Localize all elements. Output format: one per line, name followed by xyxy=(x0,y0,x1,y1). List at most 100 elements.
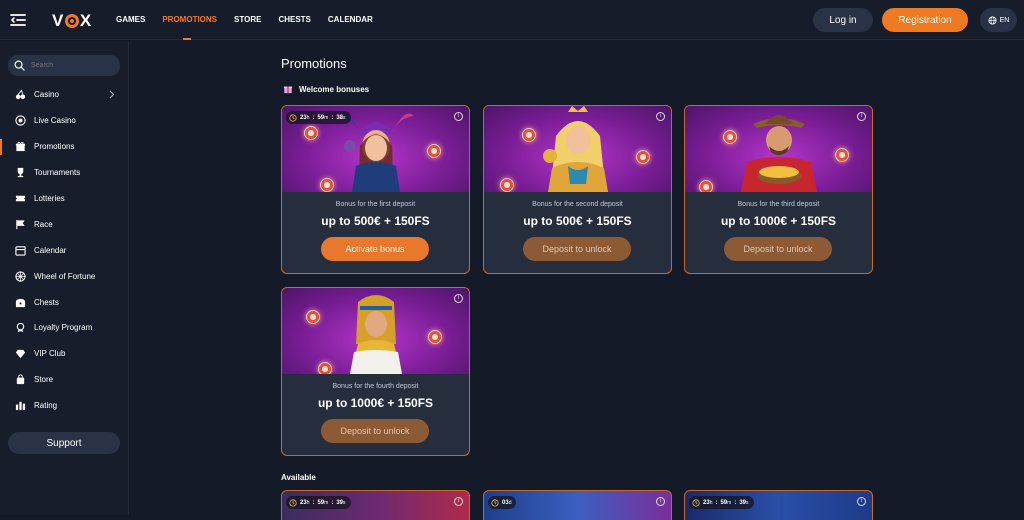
top-bar: VX GAMES PROMOTIONS STORE CHESTS CALENDA… xyxy=(0,0,1024,40)
timer-seconds: 39 xyxy=(336,499,344,506)
timer-minutes-unit: m xyxy=(324,499,329,506)
bonus-card-fourth-deposit[interactable]: i Bonus for the fourth deposit up to 100… xyxy=(281,287,470,456)
bonus-card-third-deposit[interactable]: i Bonus for the third deposit up to 1000… xyxy=(684,105,873,274)
sidebar-item-label: Loyalty Program xyxy=(34,323,93,333)
sidebar-item-tournaments[interactable]: Tournaments xyxy=(0,160,129,186)
sidebar-item-wheel-of-fortune[interactable]: Wheel of Fortune xyxy=(0,263,129,289)
sidebar-item-lotteries[interactable]: Lotteries xyxy=(0,186,129,212)
timer-seconds: 39 xyxy=(739,499,747,506)
casino-chip-icon xyxy=(500,178,514,192)
casino-chip-icon xyxy=(522,128,536,142)
sidebar-item-label: Race xyxy=(34,219,53,229)
timer-seconds-unit: s xyxy=(746,499,749,506)
info-icon[interactable]: i xyxy=(656,497,665,506)
timer-hours-unit: h xyxy=(709,499,713,506)
sidebar-item-casino[interactable]: Casino xyxy=(0,82,129,108)
sidebar-item-vip-club[interactable]: VIP Club xyxy=(0,341,129,367)
casino-chip-icon xyxy=(428,330,442,344)
chip-icon xyxy=(14,115,26,127)
activate-bonus-button[interactable]: Activate bonus xyxy=(321,237,429,261)
deposit-to-unlock-button[interactable]: Deposit to unlock xyxy=(724,237,832,261)
language-selector[interactable]: EN xyxy=(980,8,1017,32)
bonus-subtitle: Bonus for the third deposit xyxy=(737,201,820,208)
bonus-subtitle: Bonus for the second deposit xyxy=(532,201,623,208)
casino-chip-icon xyxy=(427,144,441,158)
adventurer-artwork xyxy=(685,106,872,192)
timer-minutes-unit: m xyxy=(324,114,329,121)
sidebar-item-label: Promotions xyxy=(34,142,75,152)
timer-days-unit: d xyxy=(508,499,512,506)
sidebar-item-label: Casino xyxy=(34,90,59,100)
registration-button[interactable]: Registration xyxy=(882,8,968,32)
available-heading: Available xyxy=(281,473,316,482)
diamond-icon xyxy=(14,348,26,360)
menu-collapse-icon[interactable] xyxy=(8,10,28,30)
ticket-icon xyxy=(14,193,26,205)
cleopatra-artwork xyxy=(282,288,469,374)
casino-chip-icon xyxy=(320,178,334,192)
sidebar-item-loyalty-program[interactable]: Loyalty Program xyxy=(0,315,129,341)
nav-games[interactable]: GAMES xyxy=(116,0,145,40)
timer-hours-unit: h xyxy=(306,114,310,121)
nav-store[interactable]: STORE xyxy=(234,0,261,40)
timer-seconds-unit: s xyxy=(343,114,346,121)
main-content: Promotions Welcome bonuses 23h : 59m: 3… xyxy=(130,41,1024,520)
sidebar-item-rating[interactable]: Rating xyxy=(0,393,129,419)
countdown-timer: 23h : 59m : 38s xyxy=(286,111,351,124)
search-box[interactable] xyxy=(8,55,120,76)
login-button[interactable]: Log in xyxy=(813,8,873,32)
sidebar-item-race[interactable]: Race xyxy=(0,211,129,237)
available-promo-card[interactable]: 23h : 59m : 39s i xyxy=(281,490,470,520)
deposit-to-unlock-button[interactable]: Deposit to unlock xyxy=(523,237,631,261)
medal-icon xyxy=(14,322,26,334)
nav-promotions[interactable]: PROMOTIONS xyxy=(162,0,217,40)
main-nav: GAMES PROMOTIONS STORE CHESTS CALENDAR xyxy=(116,0,390,40)
bonus-card-first-deposit[interactable]: 23h : 59m : 38s i Bonus for the first de… xyxy=(281,105,470,274)
info-icon[interactable]: i xyxy=(857,112,866,121)
casino-chip-icon xyxy=(304,126,318,140)
bonus-subtitle: Bonus for the fourth deposit xyxy=(332,383,419,390)
sidebar: Casino Live Casino Promotions Tournament… xyxy=(0,41,129,515)
sidebar-item-calendar[interactable]: Calendar xyxy=(0,237,129,263)
sidebar-item-label: Chests xyxy=(34,297,59,307)
bonus-card-second-deposit[interactable]: i Bonus for the second deposit up to 500… xyxy=(483,105,672,274)
info-icon[interactable]: i xyxy=(454,294,463,303)
sidebar-menu: Casino Live Casino Promotions Tournament… xyxy=(0,82,129,419)
sidebar-item-label: Rating xyxy=(34,401,58,411)
chevron-right-icon xyxy=(109,90,115,99)
sidebar-item-label: Calendar xyxy=(34,245,67,255)
available-promo-card[interactable]: 03d i xyxy=(483,490,672,520)
bonus-amount: up to 500€ + 150FS xyxy=(321,214,430,228)
nav-chests[interactable]: CHESTS xyxy=(278,0,310,40)
info-icon[interactable]: i xyxy=(454,112,463,121)
vox-logo[interactable]: VX xyxy=(52,11,92,31)
timer-hours: 23 xyxy=(300,114,307,121)
clock-icon xyxy=(289,498,297,507)
sidebar-item-promotions[interactable]: Promotions xyxy=(0,134,129,160)
casino-chip-icon xyxy=(306,310,320,324)
adventurer-character-image xyxy=(740,115,817,192)
sidebar-item-store[interactable]: Store xyxy=(0,367,129,393)
page-title: Promotions xyxy=(281,56,347,71)
casino-chip-icon xyxy=(699,180,713,192)
search-input[interactable] xyxy=(31,62,111,69)
language-label: EN xyxy=(999,16,1010,24)
gift-icon xyxy=(283,86,293,94)
deposit-to-unlock-button[interactable]: Deposit to unlock xyxy=(321,419,429,443)
timer-minutes-unit: m xyxy=(727,499,732,506)
sidebar-item-label: Store xyxy=(34,375,54,385)
sidebar-item-chests[interactable]: Chests xyxy=(0,289,129,315)
available-promo-card[interactable]: 23h : 59m : 39s i xyxy=(684,490,873,520)
logo-letter-left: V xyxy=(52,11,64,30)
sidebar-item-label: VIP Club xyxy=(34,349,66,359)
timer-days: 03 xyxy=(502,499,509,506)
timer-seconds: 38 xyxy=(336,114,344,121)
countdown-timer: 23h : 59m : 39s xyxy=(689,496,754,509)
nav-calendar[interactable]: CALENDAR xyxy=(328,0,373,40)
info-icon[interactable]: i xyxy=(656,112,665,121)
info-icon[interactable]: i xyxy=(857,497,866,506)
sidebar-item-live-casino[interactable]: Live Casino xyxy=(0,108,129,134)
info-icon[interactable]: i xyxy=(454,497,463,506)
support-button[interactable]: Support xyxy=(8,432,120,454)
timer-hours-unit: h xyxy=(306,499,310,506)
